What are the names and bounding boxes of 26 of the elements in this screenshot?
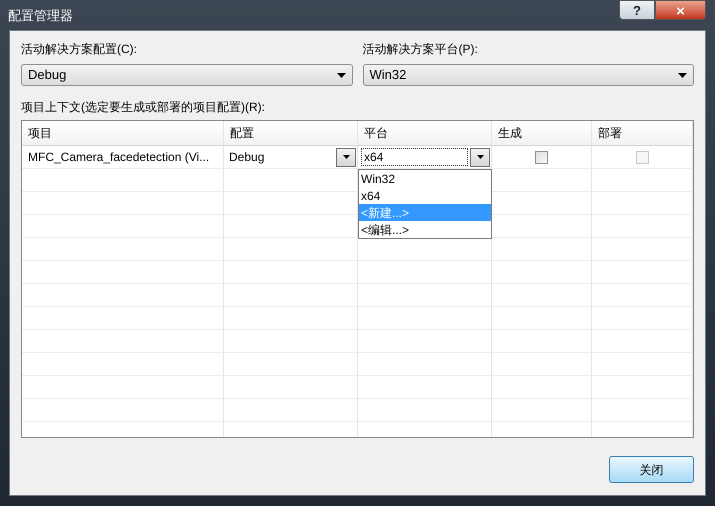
caret-icon: [678, 72, 687, 78]
configuration-dropdown[interactable]: Debug: [21, 64, 352, 86]
dropdown-option[interactable]: Win32: [359, 170, 491, 187]
column-header[interactable]: 项目: [28, 124, 52, 142]
help-button[interactable]: ?: [619, 0, 655, 20]
window-title: 配置管理器: [8, 7, 73, 25]
column-header[interactable]: 生成: [498, 124, 522, 142]
project-name: MFC_Camera_facedetection (Vi...: [28, 149, 210, 166]
platform-dropdown[interactable]: Win32: [362, 64, 694, 86]
dropdown-option[interactable]: <编辑...>: [359, 221, 491, 238]
caret-icon: [336, 72, 346, 78]
column-header[interactable]: 部署: [598, 124, 622, 142]
field-label: 活动解决方案平台(P):: [362, 41, 479, 58]
column-header[interactable]: 配置: [230, 124, 254, 142]
column-header[interactable]: 平台: [364, 124, 388, 142]
dropdown-button[interactable]: [470, 148, 490, 166]
caret-icon: [476, 155, 484, 159]
field-label: 活动解决方案配置(C):: [21, 41, 138, 58]
caret-icon: [342, 155, 350, 159]
checkbox[interactable]: [535, 150, 548, 164]
dropdown-button[interactable]: [336, 148, 356, 166]
dropdown-option[interactable]: x64: [359, 187, 491, 204]
cell-value: x64: [361, 148, 468, 166]
close-button[interactable]: 关闭: [609, 456, 694, 483]
cell-value: Debug: [228, 149, 266, 166]
grid-label: 项目上下文(选定要生成或部署的项目配置)(R):: [21, 99, 266, 116]
